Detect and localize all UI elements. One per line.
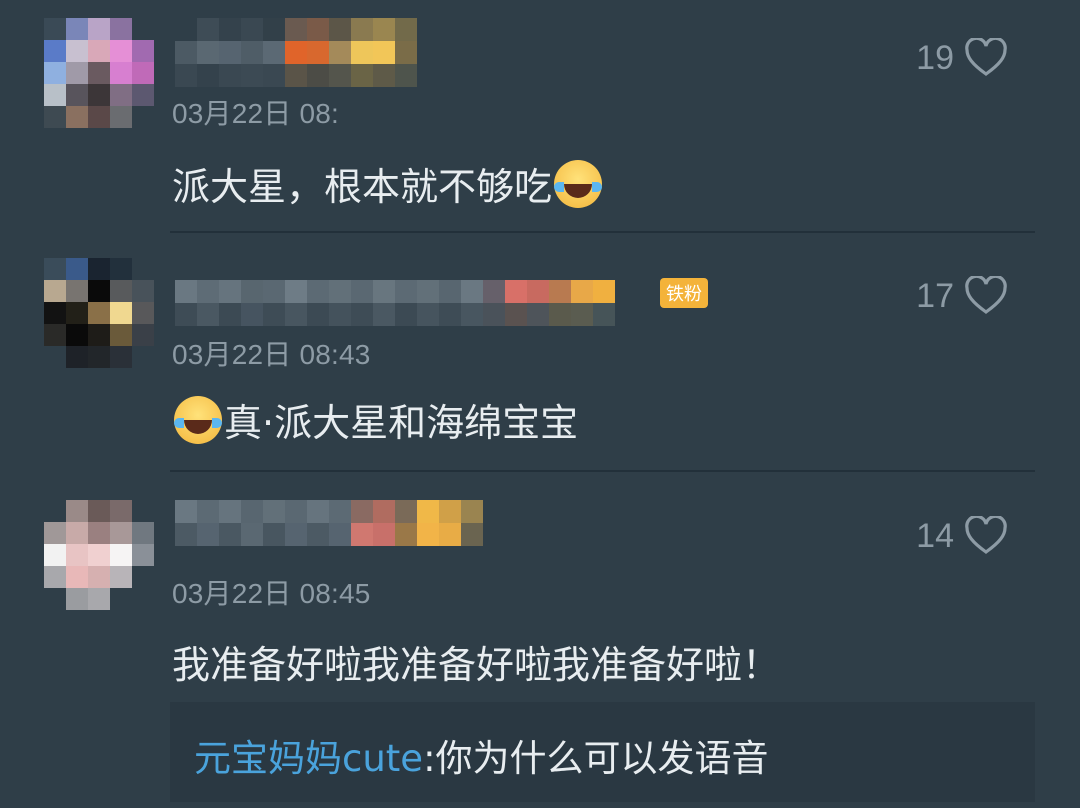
username-blurred[interactable] [175,18,417,64]
reply-preview[interactable]: 元宝妈妈cute:你为什么可以发语音 [170,702,1035,802]
laughing-tears-icon [174,396,222,444]
like-button[interactable]: 17 [916,276,1008,316]
reply-text: 元宝妈妈cute:你为什么可以发语音 [194,728,769,782]
divider [170,231,1035,233]
heart-icon [965,38,1007,76]
comment-text: 真·派大星和海绵宝宝 [172,392,578,447]
like-count: 14 [916,516,954,555]
like-count: 19 [916,38,954,77]
laughing-tears-icon [554,160,603,208]
like-count: 17 [916,276,954,315]
username-blurred[interactable] [175,280,615,326]
avatar[interactable] [44,258,154,368]
heart-icon [965,516,1007,554]
reply-content: :你为什么可以发语音 [423,737,769,780]
heart-icon [965,276,1007,314]
comment-timestamp: 03月22日 08:45 [172,578,371,609]
username-blurred[interactable] [175,500,483,546]
fan-badge: 铁粉 [660,278,708,308]
comment-timestamp: 03月22日 08:43 [172,339,371,370]
comment-text: 我准备好啦我准备好啦我准备好啦！ [172,643,781,687]
avatar[interactable] [44,500,154,610]
divider [170,470,1035,472]
comment-timestamp: 03月22日 08: [172,98,339,129]
reply-author[interactable]: 元宝妈妈cute [194,737,423,780]
like-button[interactable]: 14 [916,516,1008,556]
comment-text: 派大星，根本就不够吃 [172,156,604,211]
like-button[interactable]: 19 [916,38,1008,78]
avatar[interactable] [44,18,154,128]
